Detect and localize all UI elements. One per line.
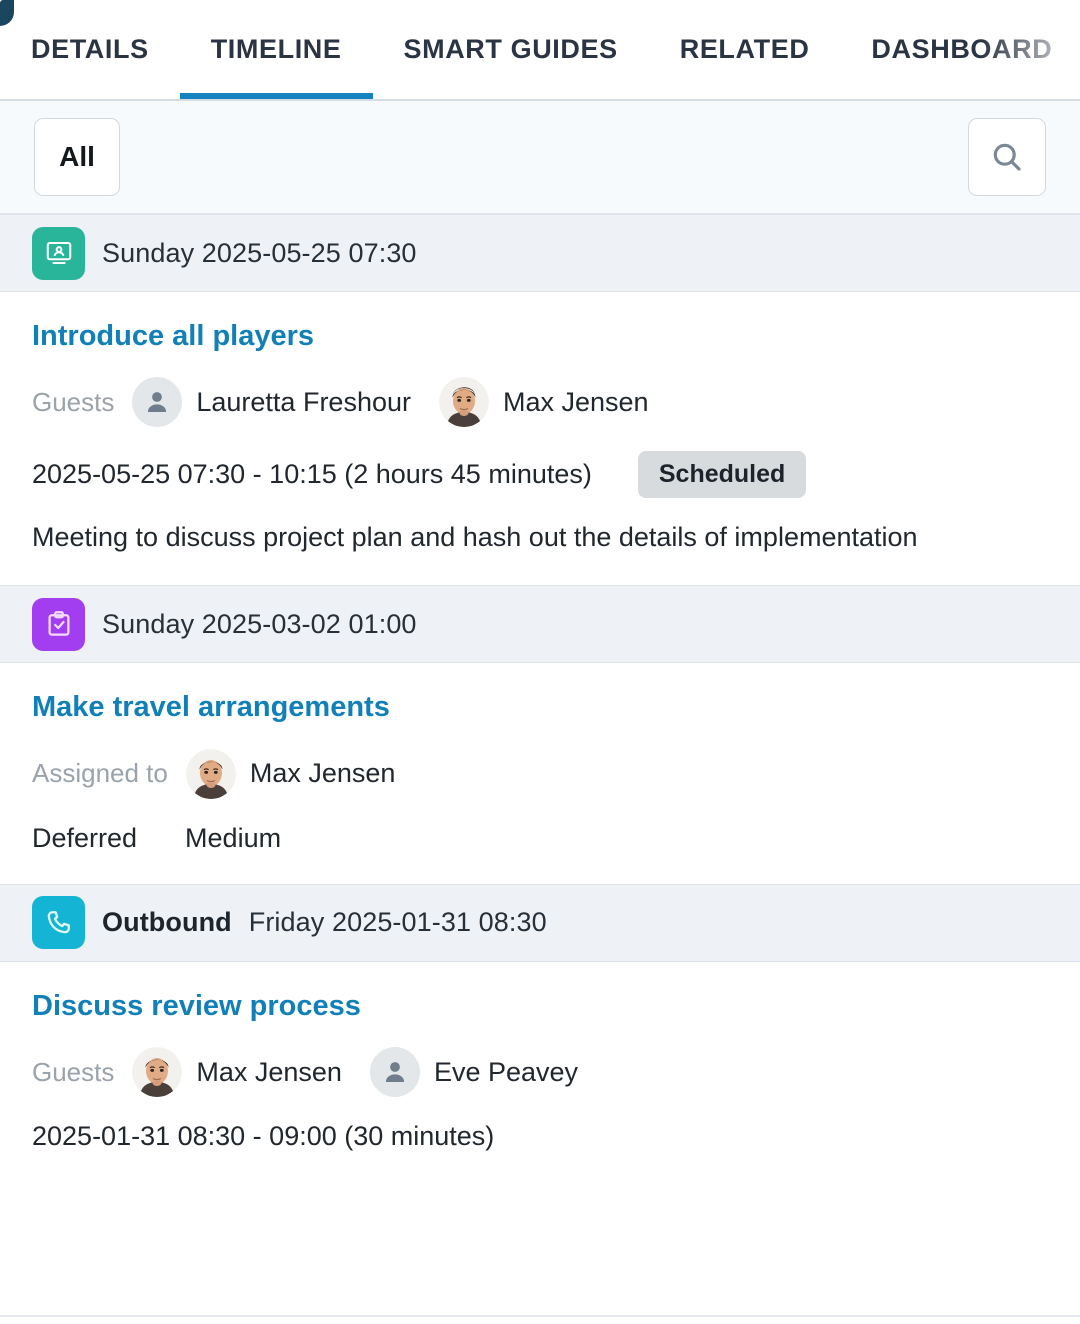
person-item[interactable]: Max Jensen: [439, 377, 649, 428]
section-date: Friday 2025-01-31 08:30: [248, 907, 547, 938]
people-label: Guests: [32, 1056, 115, 1087]
call-direction: Outbound: [102, 907, 232, 938]
avatar-photo: [439, 377, 489, 428]
tab-dashboard-label: DASHBOARD: [871, 34, 1053, 64]
tab-bar: DETAILS TIMELINE SMART GUIDES RELATED DA…: [0, 0, 1080, 101]
entry-people-row: Guests Lauretta Freshour Max Jensen: [32, 377, 1048, 428]
bottom-divider: [0, 1315, 1080, 1317]
person-item[interactable]: Max Jensen: [132, 1047, 342, 1098]
person-item[interactable]: Eve Peavey: [369, 1047, 579, 1098]
task-priority: Medium: [185, 822, 282, 853]
timeline-section-header: Outbound Friday 2025-01-31 08:30: [0, 883, 1080, 962]
filter-all-button[interactable]: All: [34, 118, 120, 196]
entry-meta-row: 2025-01-31 08:30 - 09:00 (30 minutes): [32, 1121, 1048, 1152]
tab-details-label: DETAILS: [31, 34, 149, 64]
phone-icon: [32, 896, 85, 950]
entry-status-row: Deferred Medium: [32, 823, 1048, 854]
person-name: Eve Peavey: [433, 1056, 579, 1087]
person-name: Max Jensen: [196, 1056, 342, 1087]
tab-smart-guides[interactable]: SMART GUIDES: [373, 0, 649, 99]
person-item[interactable]: Max Jensen: [185, 748, 396, 799]
person-name: Lauretta Freshour: [196, 386, 411, 417]
tab-dashboard[interactable]: DASHBOARD: [840, 0, 1080, 99]
tab-timeline-label: TIMELINE: [210, 34, 342, 64]
entry-people-row: Guests Max Jensen Eve Peavey: [32, 1047, 1048, 1098]
presentation-icon: [32, 226, 85, 280]
entry-time-range: 2025-05-25 07:30 - 10:15 (2 hours 45 min…: [32, 459, 592, 490]
timeline-panel: DETAILS TIMELINE SMART GUIDES RELATED DA…: [0, 0, 1080, 1324]
timeline-entry: Discuss review process Guests Max Jensen…: [0, 961, 1080, 1205]
timeline-entry: Make travel arrangements Assigned to Max…: [0, 663, 1080, 884]
entry-description: Meeting to discuss project plan and hash…: [32, 522, 918, 553]
entry-people-row: Assigned to Max Jensen: [32, 748, 1048, 799]
person-name: Max Jensen: [503, 386, 649, 417]
tab-related[interactable]: RELATED: [649, 0, 841, 99]
timeline-section-header: Sunday 2025-05-25 07:30: [0, 214, 1080, 292]
timeline-list: Sunday 2025-05-25 07:30 Introduce all pl…: [0, 214, 1080, 1205]
people-label: Assigned to: [32, 758, 168, 789]
tab-timeline[interactable]: TIMELINE: [179, 0, 373, 99]
avatar-placeholder-icon: [132, 377, 183, 428]
tab-details[interactable]: DETAILS: [0, 0, 180, 99]
entry-title-link[interactable]: Make travel arrangements: [32, 691, 390, 724]
task-status: Deferred: [32, 822, 138, 853]
entry-title-link[interactable]: Discuss review process: [32, 990, 361, 1023]
avatar-photo: [185, 748, 236, 799]
active-tab-indicator: [179, 93, 373, 99]
section-date: Sunday 2025-05-25 07:30: [102, 237, 417, 268]
tab-related-label: RELATED: [679, 34, 810, 64]
avatar-placeholder-icon: [369, 1047, 420, 1098]
search-icon: [989, 139, 1025, 175]
filter-all-label: All: [59, 141, 95, 172]
timeline-section-header: Sunday 2025-03-02 01:00: [0, 585, 1080, 664]
timeline-entry: Introduce all players Guests Lauretta Fr…: [0, 292, 1080, 586]
entry-time-range: 2025-01-31 08:30 - 09:00 (30 minutes): [32, 1121, 495, 1152]
section-date: Sunday 2025-03-02 01:00: [102, 608, 417, 639]
status-badge: Scheduled: [637, 451, 807, 499]
people-label: Guests: [32, 386, 115, 417]
clipboard-check-icon: [32, 597, 85, 651]
avatar-photo: [132, 1047, 183, 1098]
person-item[interactable]: Lauretta Freshour: [132, 377, 411, 428]
entry-title-link[interactable]: Introduce all players: [32, 320, 314, 353]
entry-meta-row: 2025-05-25 07:30 - 10:15 (2 hours 45 min…: [32, 451, 1048, 499]
search-button[interactable]: [968, 118, 1046, 196]
tab-smart-guides-label: SMART GUIDES: [403, 34, 618, 64]
filter-bar: All: [0, 101, 1080, 214]
person-name: Max Jensen: [249, 758, 396, 789]
